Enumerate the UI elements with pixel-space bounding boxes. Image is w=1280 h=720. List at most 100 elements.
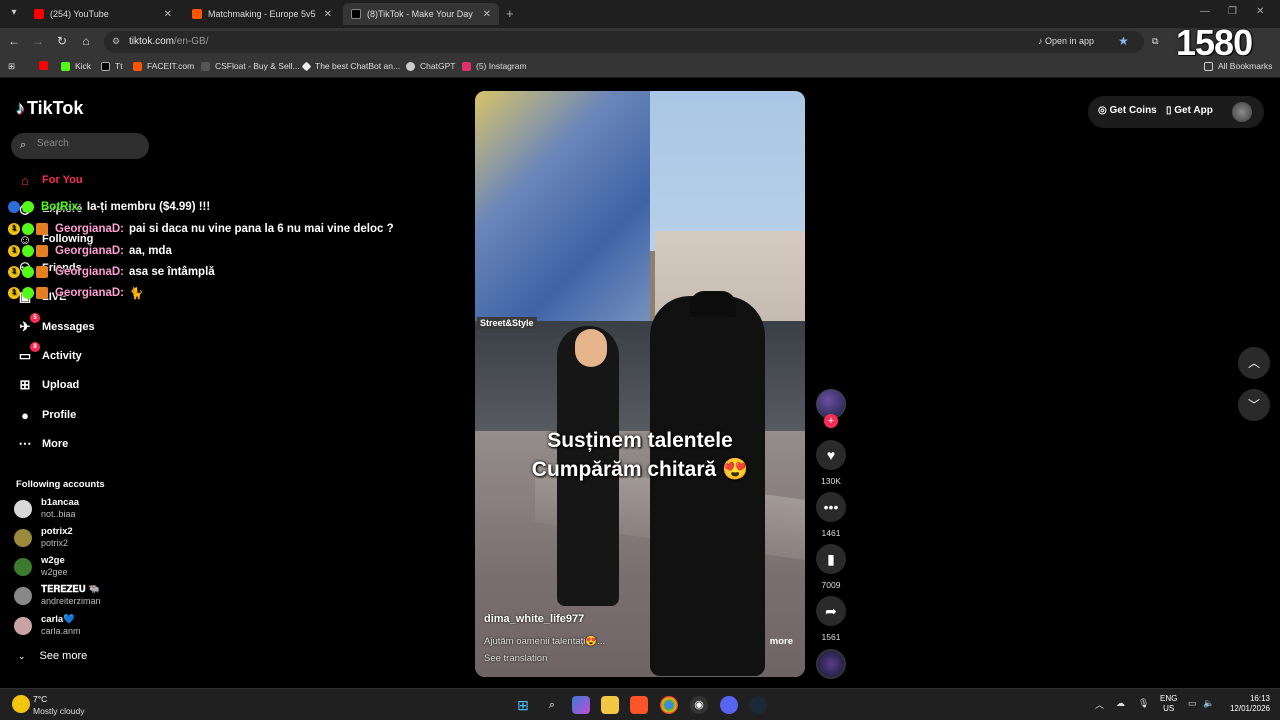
instagram-icon: [462, 61, 471, 71]
chatbot-icon: [301, 61, 312, 71]
close-window-icon[interactable]: ✕: [1256, 6, 1264, 17]
language-indicator[interactable]: ENG US: [1160, 694, 1177, 714]
steam-icon[interactable]: [749, 696, 767, 714]
previous-video-icon[interactable]: ︿: [1238, 347, 1270, 379]
sub-badge-icon: 1: [8, 245, 20, 257]
apps-icon[interactable]: ⊞: [8, 61, 15, 72]
weather-icon[interactable]: [12, 695, 30, 713]
next-video-icon[interactable]: ﹀: [1238, 389, 1270, 421]
kick-icon: [61, 61, 70, 71]
emote-badge-icon: [36, 223, 48, 235]
comment-icon[interactable]: •••: [816, 492, 846, 522]
video-player[interactable]: Street&Style Susținem talentele Cumpărăm…: [475, 91, 805, 677]
system-clock[interactable]: 16:13 12/01/2026: [1218, 694, 1270, 714]
copilot-icon[interactable]: [572, 696, 590, 714]
close-icon[interactable]: ✕: [483, 9, 491, 20]
chat-message: BotRix: Ia-ți membru ($4.99) !!!: [8, 198, 210, 216]
reload-icon[interactable]: ↻: [54, 34, 70, 48]
back-icon[interactable]: ←: [6, 34, 22, 48]
browser-tab-tiktok[interactable]: (8)TikTok - Make Your Day ✕: [343, 3, 499, 25]
volume-icon[interactable]: 🔈: [1203, 698, 1214, 709]
store-sign: Street&Style: [477, 317, 537, 329]
tab-title: (8)TikTok - Make Your Day: [367, 9, 473, 19]
nav-activity[interactable]: ▭ 8 Activity: [16, 342, 82, 367]
nav-messages[interactable]: ✈ 5 Messages: [16, 313, 95, 338]
avatar: [14, 500, 32, 518]
chat-message: 1 GeorgianaD: 🐈: [8, 284, 143, 302]
emote-badge-icon: [36, 266, 48, 278]
nav-upload[interactable]: ⊞ Upload: [16, 374, 80, 396]
avatar: [14, 529, 32, 547]
user-avatar[interactable]: [1232, 102, 1252, 122]
tab-search-icon[interactable]: ▾: [6, 5, 22, 21]
browser-tab-faceit[interactable]: Matchmaking - Europe 5v5 Que ✕: [184, 3, 340, 25]
music-disc-icon[interactable]: [816, 649, 846, 679]
weather-condition[interactable]: Mostly cloudy: [33, 706, 85, 716]
share-icon[interactable]: ➦: [816, 596, 846, 626]
bookmark-faceit[interactable]: FACEIT.com: [133, 61, 194, 71]
get-app-button[interactable]: ▯ Get App: [1166, 105, 1213, 116]
obs-icon[interactable]: ◉: [690, 696, 708, 714]
maximize-icon[interactable]: ❐: [1228, 6, 1237, 17]
youtube-icon: [39, 61, 48, 70]
bookmark-chatgpt[interactable]: ChatGPT: [406, 61, 455, 71]
open-in-app-button[interactable]: ♪ Open in app: [1038, 36, 1094, 46]
see-translation-link[interactable]: See translation: [484, 653, 547, 664]
all-bookmarks-button[interactable]: All Bookmarks: [1204, 61, 1272, 71]
start-icon[interactable]: ⊞: [514, 696, 532, 714]
see-more-button[interactable]: ⌄ See more: [18, 650, 87, 662]
bookmark-kick[interactable]: Kick: [61, 61, 91, 71]
address-bar[interactable]: ⚙ tiktok.com/en-GB/: [104, 31, 1144, 53]
site-info-icon[interactable]: ⚙: [112, 36, 120, 47]
browser-tab-youtube[interactable]: (254) YouTube ✕: [26, 3, 180, 25]
file-explorer-icon[interactable]: [601, 696, 619, 714]
bookmark-tt[interactable]: Tt: [101, 61, 123, 71]
profile-icon: ●: [21, 407, 29, 423]
minimize-icon[interactable]: —: [1200, 6, 1210, 17]
bookmark-csfloat[interactable]: CSFloat - Buy & Sell...: [201, 61, 300, 71]
microphone-icon[interactable]: 🎙: [1138, 698, 1149, 709]
network-icon[interactable]: ▭: [1188, 698, 1197, 709]
close-icon[interactable]: ✕: [164, 9, 172, 20]
nav-for-you[interactable]: ⌂ For You: [16, 169, 82, 191]
bookmark-icon[interactable]: ▮: [816, 544, 846, 574]
chrome-icon[interactable]: [660, 696, 678, 714]
cloud-icon[interactable]: ☁: [1116, 698, 1125, 709]
video-author[interactable]: dima_white_life977: [484, 613, 584, 625]
url-text[interactable]: tiktok.com/en-GB/: [129, 36, 208, 47]
extension-icon[interactable]: ⧉: [1152, 36, 1158, 47]
close-icon[interactable]: ✕: [324, 9, 332, 20]
nav-profile[interactable]: ● Profile: [16, 404, 76, 426]
new-tab-button[interactable]: +: [506, 6, 514, 21]
home-icon[interactable]: ⌂: [78, 34, 94, 48]
forward-icon[interactable]: →: [30, 34, 46, 48]
follow-plus-icon[interactable]: +: [824, 414, 838, 428]
search-box[interactable]: ⌕: [11, 133, 149, 159]
messages-badge: 5: [30, 313, 40, 323]
tiktok-page: ♪TikTok ⌕ ⌂For You ◎Explore ☺Following ⚇…: [0, 79, 1280, 688]
get-coins-button[interactable]: ◎ Get Coins: [1098, 105, 1157, 116]
chevron-down-icon: ⌄: [18, 650, 26, 661]
home-icon: ⌂: [21, 172, 29, 188]
gift-badge-icon: [22, 287, 34, 299]
save-count: 7009: [821, 580, 841, 590]
tray-overflow-icon[interactable]: ︿: [1095, 698, 1104, 711]
description-more-button[interactable]: more: [770, 636, 793, 647]
browser-toolbar: ← → ↻ ⌂ ⚙ tiktok.com/en-GB/ ♪ Open in ap…: [0, 28, 1280, 56]
bookmark-star-icon[interactable]: ★: [1118, 34, 1129, 48]
search-icon[interactable]: ⌕: [543, 696, 561, 714]
search-input[interactable]: [37, 138, 137, 149]
bookmark-chatbot[interactable]: The best ChatBot an...: [301, 61, 400, 71]
bookmarks-bar: ⊞ Kick Tt FACEIT.com CSFloat - Buy & Sel…: [0, 56, 1280, 78]
sub-badge-icon: 1: [8, 287, 20, 299]
like-icon[interactable]: ♥: [816, 440, 846, 470]
activity-badge: 8: [30, 342, 40, 352]
nav-more[interactable]: ⋯ More: [16, 433, 69, 455]
weather-temperature[interactable]: 7°C: [33, 694, 47, 704]
bookmark-youtube[interactable]: [39, 61, 53, 70]
tiktok-icon: [101, 61, 110, 71]
brave-icon[interactable]: [630, 696, 648, 714]
bookmark-instagram[interactable]: (5) Instagram: [462, 61, 527, 71]
discord-icon[interactable]: [720, 696, 738, 714]
tiktok-logo[interactable]: ♪ TikTok: [16, 98, 83, 119]
